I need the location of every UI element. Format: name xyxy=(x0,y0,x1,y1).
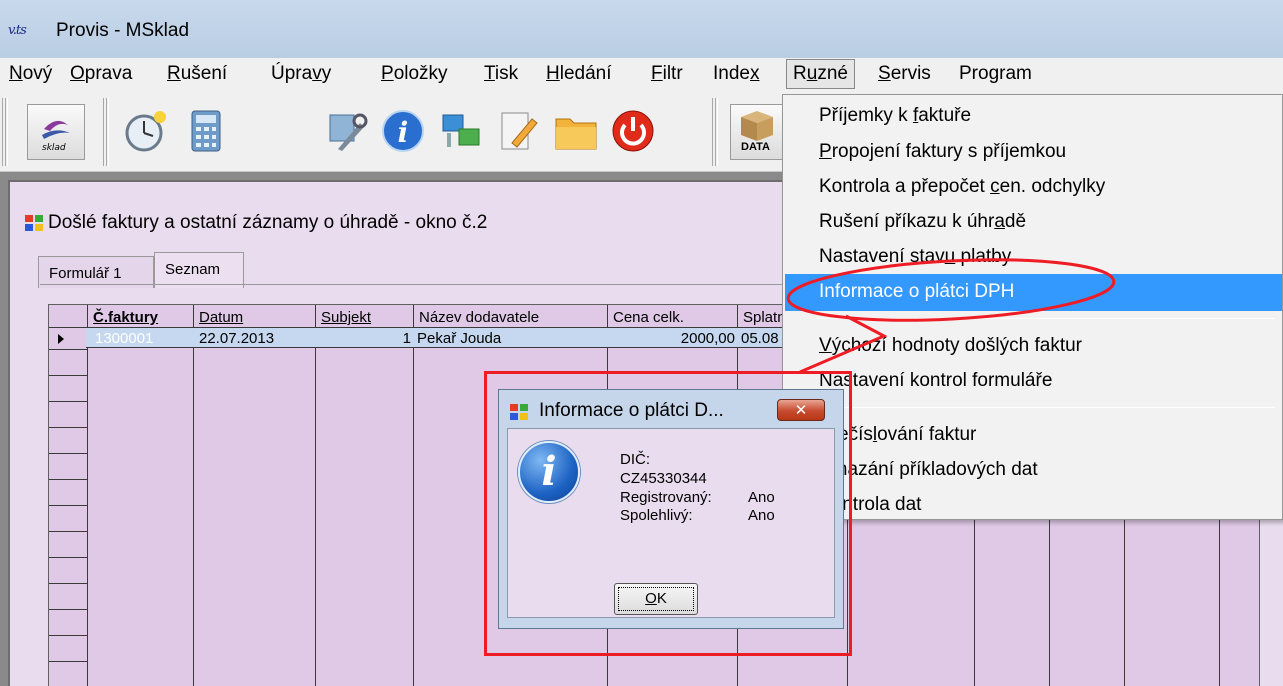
col-header-subjekt[interactable]: Subjekt xyxy=(321,309,371,326)
title-bar: v.ts Provis - MSklad xyxy=(0,0,1283,58)
tools-icon[interactable] xyxy=(324,109,368,153)
data-label: DATA xyxy=(741,141,770,153)
ruzne-dropdown-menu: Příjemky k faktuře Propojení faktury s p… xyxy=(782,94,1283,520)
cell-nazev: Pekař Jouda xyxy=(417,330,502,347)
menu-ruzne[interactable]: Ruzné xyxy=(786,59,855,89)
menu-item-prijemky[interactable]: Příjemky k faktuře xyxy=(819,105,971,127)
menu-ruseni[interactable]: Rušení xyxy=(167,63,227,85)
menu-upravy[interactable]: Úpravy xyxy=(271,63,331,85)
menu-bar: Nový Oprava Rušení Úpravy Položky Tisk H… xyxy=(0,58,1283,94)
calculator-icon[interactable] xyxy=(184,109,228,153)
menu-item-vychozi-hodnoty[interactable]: Výchozí hodnoty došlých faktur xyxy=(819,335,1082,357)
menu-item-ruseni-prikazu[interactable]: Rušení příkazu k úhradě xyxy=(819,211,1026,233)
data-box-icon xyxy=(741,111,773,141)
sklad-label: sklad xyxy=(42,143,66,153)
col-header-datum[interactable]: Datum xyxy=(199,309,243,326)
toolbar-separator xyxy=(103,98,109,166)
menu-item-kontrola-odchylky[interactable]: Kontrola a přepočet cen. odchylky xyxy=(819,176,1105,198)
col-header-nazev[interactable]: Název dodavatele xyxy=(419,309,539,326)
menu-item-stav-platby[interactable]: Nastavení stavu platby xyxy=(819,246,1011,268)
cell-cena: 2000,00 xyxy=(680,330,735,347)
network-icon[interactable] xyxy=(439,109,483,153)
data-button[interactable]: DATA xyxy=(730,104,784,160)
window-title: Došlé faktury a ostatní záznamy o úhradě… xyxy=(48,212,488,233)
cell-subjekt: 1 xyxy=(402,330,411,347)
menu-item-propojeni[interactable]: Propojení faktury s příjemkou xyxy=(819,141,1066,163)
menu-program[interactable]: Program xyxy=(959,63,1032,85)
cell-faktura: 1300001 xyxy=(95,330,154,347)
sklad-button[interactable]: sklad xyxy=(27,104,85,160)
menu-oprava[interactable]: Oprava xyxy=(70,63,132,85)
edit-icon[interactable] xyxy=(496,109,540,153)
col-header-faktura[interactable]: Č.faktury xyxy=(93,309,158,326)
menu-novy[interactable]: Nový xyxy=(9,63,52,85)
folder-icon[interactable] xyxy=(554,109,598,153)
app-title: Provis - MSklad xyxy=(56,20,190,41)
menu-item-nastaveni-kontrol[interactable]: Nastavení kontrol formuláře xyxy=(819,370,1052,392)
col-header-cena[interactable]: Cena celk. xyxy=(613,309,684,326)
power-icon[interactable] xyxy=(611,109,655,153)
menu-servis[interactable]: Servis xyxy=(878,63,931,85)
menu-hledani[interactable]: Hledání xyxy=(546,63,612,85)
tab-seznam[interactable]: Seznam xyxy=(154,252,244,288)
annotation-rectangle xyxy=(484,371,852,656)
row-pointer-icon xyxy=(58,334,64,344)
window-logo-icon xyxy=(25,215,43,231)
menu-separator xyxy=(815,318,1275,319)
menu-tisk[interactable]: Tisk xyxy=(484,63,518,85)
clock-icon[interactable] xyxy=(124,109,168,153)
toolbar-grip xyxy=(2,98,8,166)
svg-text:i: i xyxy=(398,116,409,149)
menu-item-informace-dph[interactable]: Informace o plátci DPH xyxy=(819,281,1014,303)
info-icon[interactable]: i xyxy=(381,109,425,153)
toolbar-separator xyxy=(712,98,718,166)
col-header-splatnost[interactable]: Splatn xyxy=(743,309,786,326)
app-logo-icon: v.ts xyxy=(8,23,27,38)
menu-polozky[interactable]: Položky xyxy=(381,63,448,85)
cell-datum: 22.07.2013 xyxy=(199,330,275,347)
menu-index[interactable]: Index xyxy=(713,63,759,85)
menu-separator xyxy=(815,407,1275,408)
menu-filtr[interactable]: Filtr xyxy=(651,63,683,85)
cell-splatnost: 05.08 xyxy=(741,330,779,347)
